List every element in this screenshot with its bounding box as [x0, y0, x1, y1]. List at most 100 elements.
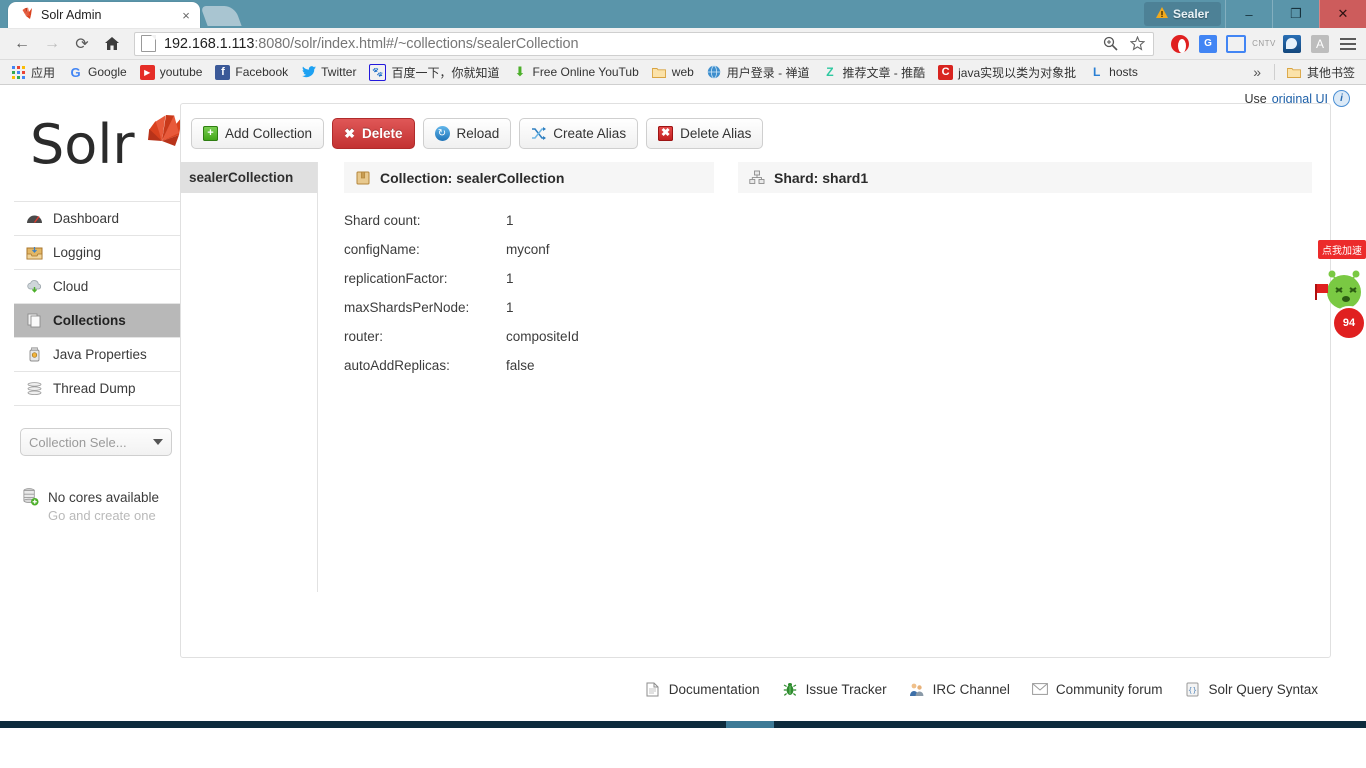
new-tab-button[interactable] — [200, 6, 242, 26]
sealer-window-chip[interactable]: Sealer — [1143, 2, 1221, 26]
address-bar[interactable]: 192.168.1.113:8080/solr/index.html#/~col… — [134, 31, 1154, 56]
bookmark-free-online-youtube[interactable]: ⬇ Free Online YouTub — [507, 63, 643, 82]
reload-blue-icon: ↻ — [434, 126, 450, 141]
chrome-menu-icon[interactable] — [1338, 34, 1358, 54]
bookmark-web[interactable]: web — [647, 63, 699, 82]
property-value: 1 — [506, 271, 514, 286]
sidebar-item-logging[interactable]: Logging — [14, 236, 180, 270]
bookmark-label: Facebook — [235, 65, 289, 79]
mascot-badge-count[interactable]: 94 — [1332, 306, 1366, 340]
solr-logo-icon — [18, 7, 34, 23]
folder-icon — [1287, 65, 1302, 80]
baidu-icon: 🐾 — [369, 63, 387, 81]
bookmark-twitter[interactable]: Twitter — [296, 63, 361, 82]
bookmark-label: 用户登录 - 禅道 — [726, 65, 810, 80]
x-red-icon: ✖ — [658, 126, 674, 141]
property-key: router: — [344, 329, 384, 344]
collections-toolbar: + Add Collection ✖ Delete ↻ Reload Creat… — [181, 104, 1330, 149]
bookmark-other-bookmarks[interactable]: 其他书签 — [1282, 62, 1360, 83]
property-value: false — [506, 358, 535, 373]
bookmark-label: java实现以类为对象批 — [958, 65, 1077, 80]
delete-alias-button[interactable]: ✖ Delete Alias — [646, 118, 764, 149]
people-icon — [909, 681, 925, 697]
sidebar-menu: Dashboard Logging Cloud Collections Java… — [14, 201, 180, 406]
sidebar-item-java-properties[interactable]: Java Properties — [14, 338, 180, 372]
property-key: maxShardsPerNode: — [344, 300, 470, 315]
forward-icon[interactable]: → — [38, 31, 66, 57]
close-icon[interactable]: × — [178, 9, 194, 22]
solr-logo[interactable]: Solr — [14, 103, 180, 201]
opera-vpn-icon[interactable] — [1170, 34, 1190, 54]
browser-tab-solr-admin[interactable]: Solr Admin × — [8, 2, 200, 28]
tuicool-icon: Z — [826, 65, 834, 79]
bookmark-youtube[interactable]: ▶ youtube — [135, 63, 208, 82]
footer-link-solr-query-syntax[interactable]: {} Solr Query Syntax — [1184, 681, 1318, 697]
footer-link-community-forum[interactable]: Community forum — [1032, 681, 1162, 697]
collection-list-item-sealercollection[interactable]: sealerCollection — [181, 162, 317, 193]
bookmarks-overflow-button[interactable]: » — [1247, 64, 1267, 80]
mascot-bubble-text[interactable]: 点我加速 — [1318, 240, 1366, 259]
accelerator-mascot-widget[interactable]: 点我加速 94 — [1310, 240, 1366, 340]
collections-icon — [26, 312, 43, 329]
collection-panel-title: Collection: sealerCollection — [380, 169, 565, 186]
property-key: autoAddReplicas: — [344, 358, 450, 373]
reload-button[interactable]: ↻ Reload — [422, 118, 512, 149]
bookmark-hosts[interactable]: L hosts — [1084, 63, 1143, 82]
cntv-icon[interactable]: CNTV — [1252, 34, 1275, 54]
collection-detail: Collection: sealerCollection Shard count… — [318, 162, 1330, 592]
database-add-icon — [22, 487, 39, 505]
property-row: Shard count: 1 — [344, 213, 714, 228]
collection-properties: Shard count: 1 configName: myconf replic… — [344, 213, 714, 373]
window-close-button[interactable]: ✕ — [1319, 0, 1366, 28]
bookmark-csdn-java[interactable]: C java实现以类为对象批 — [933, 62, 1081, 83]
back-icon[interactable]: ← — [8, 31, 36, 57]
create-alias-button[interactable]: Create Alias — [519, 118, 639, 149]
bookmark-apps[interactable]: 应用 — [6, 62, 60, 83]
tab-strip: Solr Admin × Sealer – ❐ ✕ — [0, 0, 1366, 28]
info-icon[interactable]: i — [1333, 90, 1350, 107]
bookmark-facebook[interactable]: f Facebook — [210, 63, 293, 82]
url-text: 192.168.1.113:8080/solr/index.html#/~col… — [164, 36, 578, 52]
sidebar-item-dashboard[interactable]: Dashboard — [14, 202, 180, 236]
page-info-icon[interactable] — [141, 35, 156, 52]
reload-icon[interactable]: ⟳ — [68, 31, 96, 57]
footer-link-issue-tracker[interactable]: Issue Tracker — [782, 681, 887, 697]
footer-link-documentation[interactable]: Documentation — [645, 681, 760, 697]
bookmark-label: 百度一下，你就知道 — [391, 65, 500, 80]
warning-triangle-icon — [1155, 7, 1168, 21]
window-controls: Sealer – ❐ ✕ — [1140, 0, 1366, 28]
collection-selector[interactable]: Collection Sele... — [20, 428, 172, 456]
globe-icon — [707, 65, 722, 80]
sidebar-item-cloud[interactable]: Cloud — [14, 270, 180, 304]
zoom-search-icon[interactable] — [1100, 34, 1120, 54]
sidebar-item-label: Thread Dump — [53, 381, 136, 396]
thunder-download-icon[interactable] — [1282, 34, 1302, 54]
sidebar-item-collections[interactable]: Collections — [14, 304, 180, 338]
footer-links: Documentation Issue Tracker IRC Channel — [181, 681, 1330, 697]
adblock-a-icon[interactable]: A — [1310, 34, 1330, 54]
maximize-button[interactable]: ❐ — [1272, 0, 1319, 28]
sidebar-item-thread-dump[interactable]: Thread Dump — [14, 372, 180, 406]
taskbar-active-window[interactable] — [726, 721, 774, 728]
google-translate-icon[interactable]: G — [1198, 34, 1218, 54]
sealer-label: Sealer — [1172, 7, 1209, 21]
footer-link-irc-channel[interactable]: IRC Channel — [909, 681, 1010, 697]
home-icon[interactable] — [98, 31, 126, 57]
delete-button[interactable]: ✖ Delete — [332, 118, 415, 149]
bookmark-label: hosts — [1109, 65, 1138, 79]
bookmark-zentao[interactable]: 用户登录 - 禅道 — [702, 62, 815, 83]
screen-capture-icon[interactable] — [1226, 34, 1246, 54]
bookmark-star-icon[interactable] — [1127, 34, 1147, 54]
bookmark-tuicool[interactable]: Z 推荐文章 - 推酷 — [817, 62, 930, 83]
minimize-button[interactable]: – — [1225, 0, 1272, 28]
no-cores-line2[interactable]: Go and create one — [48, 508, 159, 523]
bookmark-google[interactable]: G Google — [63, 63, 132, 82]
button-label: Add Collection — [225, 126, 313, 141]
add-collection-button[interactable]: + Add Collection — [191, 118, 325, 149]
footer-link-label: Solr Query Syntax — [1208, 681, 1318, 697]
browser-chrome: Solr Admin × Sealer – ❐ ✕ ← → ⟳ 192.168.… — [0, 0, 1366, 85]
property-row: autoAddReplicas: false — [344, 358, 714, 373]
java-properties-icon — [26, 346, 43, 363]
bookmark-baidu[interactable]: 🐾 百度一下，你就知道 — [364, 62, 504, 83]
bookmark-label: web — [671, 65, 694, 79]
